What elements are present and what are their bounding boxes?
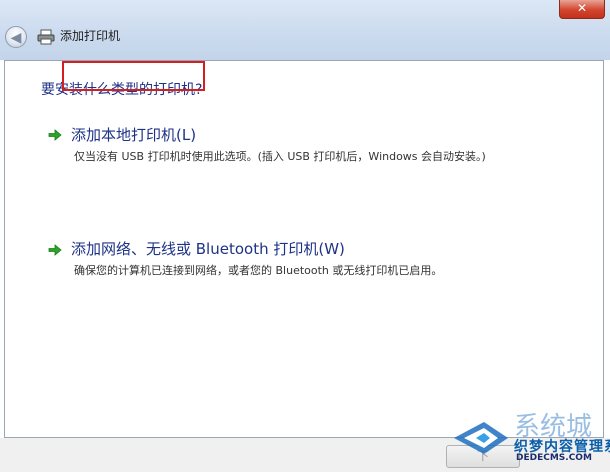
title-bar: ✕ ◀ 添加打印机 — [0, 0, 610, 60]
back-arrow-icon: ◀ — [10, 30, 22, 46]
watermark-url: DEDECMS.COM — [516, 453, 592, 463]
close-icon: ✕ — [576, 1, 588, 15]
close-button[interactable]: ✕ — [559, 0, 605, 19]
green-arrow-icon — [48, 244, 62, 256]
add-network-printer-link[interactable]: 添加网络、无线或 Bluetooth 打印机(W) — [71, 239, 345, 259]
window-title: 添加打印机 — [60, 29, 121, 43]
back-button[interactable]: ◀ — [5, 26, 27, 48]
printer-icon — [37, 29, 55, 45]
green-arrow-icon — [48, 129, 62, 141]
add-network-printer-description: 确保您的计算机已连接到网络，或者您的 Bluetooth 或无线打印机已启用。 — [74, 264, 443, 277]
add-local-printer-description: 仅当没有 USB 打印机时使用此选项。(插入 USB 打印机后，Windows … — [74, 150, 486, 163]
wizard-content: 要安装什么类型的打印机? 添加本地打印机(L) 仅当没有 USB 打印机时使用此… — [4, 60, 604, 438]
highlight-annotation — [62, 61, 205, 91]
add-local-printer-link[interactable]: 添加本地打印机(L) — [71, 125, 196, 145]
